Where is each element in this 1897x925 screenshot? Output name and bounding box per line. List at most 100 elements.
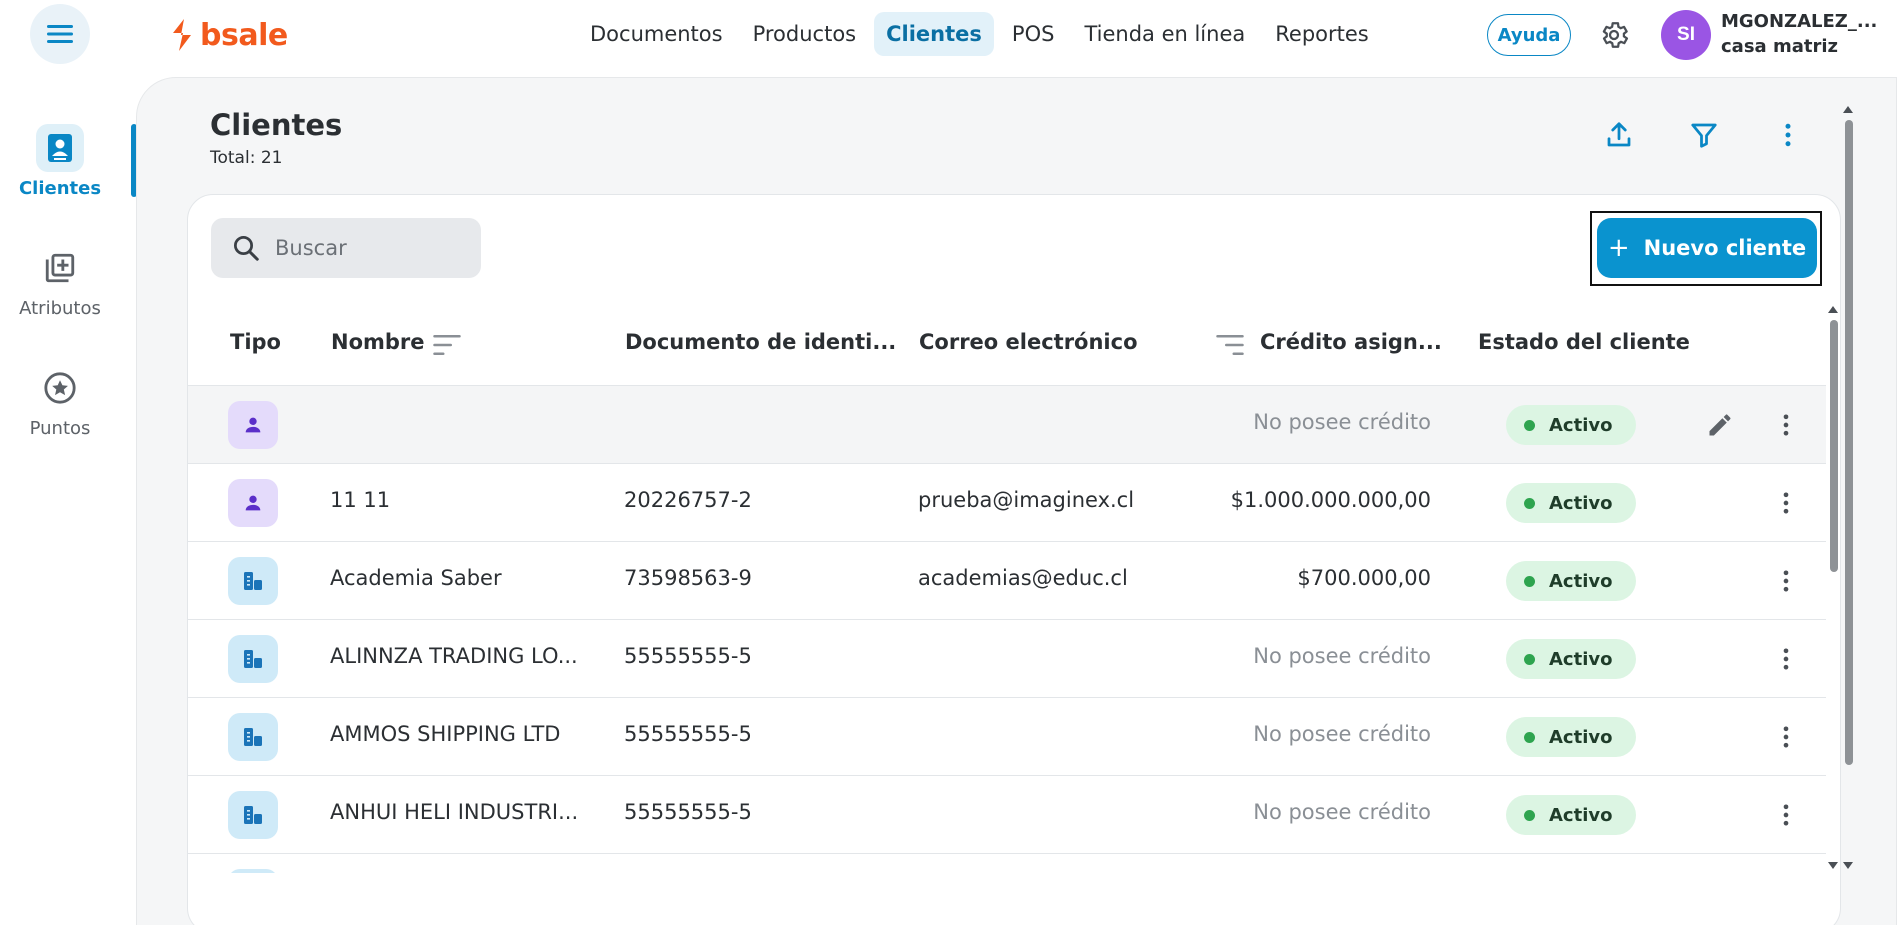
table-row[interactable]: No posee crédito Activo — [188, 385, 1826, 463]
nav-clientes[interactable]: Clientes — [874, 12, 994, 56]
page-more-button[interactable] — [1768, 115, 1808, 155]
edit-client-button[interactable] — [1703, 408, 1737, 442]
client-document: 55555555-5 — [624, 722, 752, 746]
client-name: Academia Saber — [330, 566, 502, 590]
client-name: 11 11 — [330, 488, 391, 512]
hamburger-icon — [47, 25, 73, 43]
star-circle-icon — [44, 372, 76, 404]
sidebar-item-clientes[interactable]: Clientes — [0, 124, 120, 199]
client-type-badge — [228, 557, 278, 605]
help-button[interactable]: Ayuda — [1487, 14, 1571, 56]
new-client-button[interactable]: + Nuevo cliente — [1597, 218, 1817, 278]
nav-productos[interactable]: Productos — [741, 12, 869, 56]
client-type-badge — [228, 479, 278, 527]
client-type-badge — [228, 713, 278, 761]
row-more-button[interactable] — [1769, 486, 1803, 520]
col-header-status: Estado del cliente — [1478, 330, 1690, 354]
table-row[interactable] — [188, 853, 1826, 873]
row-more-button[interactable] — [1769, 642, 1803, 676]
scroll-up-arrow[interactable] — [1843, 106, 1853, 113]
logo-text: bsale — [200, 17, 288, 53]
client-credit: $1.000.000.000,00 — [1230, 488, 1431, 512]
table-scrollbar[interactable] — [1830, 320, 1838, 572]
row-more-button[interactable] — [1769, 564, 1803, 598]
col-header-name[interactable]: Nombre — [331, 330, 425, 354]
person-icon — [245, 417, 261, 433]
table-scroll-up-arrow[interactable] — [1828, 306, 1838, 313]
library-add-icon — [45, 253, 75, 283]
scroll-down-arrow[interactable] — [1843, 862, 1853, 869]
new-client-label: Nuevo cliente — [1643, 236, 1807, 260]
sidebar-item-puntos[interactable]: Puntos — [0, 364, 120, 439]
search-box[interactable] — [211, 218, 481, 278]
client-document: 73598563-9 — [624, 566, 752, 590]
user-branch[interactable]: casa matriz — [1721, 36, 1838, 57]
status-dot — [1524, 575, 1535, 587]
search-input[interactable] — [275, 236, 455, 260]
more-vertical-icon — [1783, 492, 1789, 514]
sidebar-item-label: Atributos — [19, 298, 101, 319]
bsale-logo[interactable]: bsale — [170, 17, 288, 53]
status-dot — [1524, 653, 1535, 665]
status-badge: Activo — [1506, 639, 1636, 679]
client-credit: No posee crédito — [1253, 410, 1431, 434]
sidebar-item-label: Puntos — [29, 418, 91, 439]
client-type-badge — [228, 635, 278, 683]
table-row[interactable]: ANHUI HELI INDUSTRI... 55555555-5 No posee… — [188, 775, 1826, 853]
client-credit: $700.000,00 — [1297, 566, 1431, 590]
col-header-email: Correo electrónico — [919, 330, 1138, 354]
nav-reportes[interactable]: Reportes — [1263, 12, 1380, 56]
client-name: ALINNZA TRADING LO... — [330, 644, 578, 668]
col-header-credit: Crédito asign... — [1260, 330, 1442, 354]
table-scroll-down-arrow[interactable] — [1828, 862, 1838, 869]
table-row[interactable]: AMMOS SHIPPING LTD 55555555-5 No posee cré… — [188, 697, 1826, 775]
status-label: Activo — [1549, 726, 1613, 748]
sort-icon[interactable] — [1215, 332, 1245, 358]
status-badge: Activo — [1506, 561, 1636, 601]
client-name: ANHUI HELI INDUSTRI... — [330, 800, 579, 824]
user-name[interactable]: MGONZALEZ_... — [1721, 11, 1877, 32]
plus-icon: + — [1607, 233, 1630, 263]
nav-pos[interactable]: POS — [1000, 12, 1067, 56]
client-type-badge — [228, 401, 278, 449]
page-title: Clientes — [210, 108, 343, 142]
sidebar-icon-box — [36, 364, 84, 412]
record-count: Total: 21 — [210, 148, 283, 168]
client-credit: No posee crédito — [1253, 800, 1431, 824]
export-button[interactable] — [1599, 115, 1639, 155]
status-label: Activo — [1549, 492, 1613, 514]
sidebar-item-atributos[interactable]: Atributos — [0, 244, 120, 319]
search-icon — [234, 236, 259, 261]
row-more-button[interactable] — [1769, 798, 1803, 832]
more-vertical-icon — [1783, 726, 1789, 748]
status-label: Activo — [1549, 804, 1613, 826]
table-row[interactable]: ALINNZA TRADING LO... 55555555-5 No posee … — [188, 619, 1826, 697]
user-avatar[interactable]: SI — [1661, 10, 1711, 60]
pencil-icon — [1709, 414, 1731, 436]
client-name: AMMOS SHIPPING LTD — [330, 722, 561, 746]
page-scrollbar[interactable] — [1845, 120, 1853, 765]
row-more-button[interactable] — [1769, 720, 1803, 754]
status-dot — [1524, 497, 1535, 509]
settings-button[interactable] — [1593, 14, 1635, 56]
contact-card-icon — [48, 134, 72, 162]
nav-documentos[interactable]: Documentos — [578, 12, 735, 56]
col-header-document: Documento de identi... — [625, 330, 897, 354]
status-dot — [1524, 809, 1535, 821]
status-badge: Activo — [1506, 795, 1636, 835]
menu-button[interactable] — [30, 4, 90, 64]
table-row[interactable]: Academia Saber 73598563-9 academias@educ.c… — [188, 541, 1826, 619]
client-type-badge — [228, 791, 278, 839]
nav-tienda-en-linea[interactable]: Tienda en línea — [1072, 12, 1257, 56]
status-badge: Activo — [1506, 405, 1636, 445]
filter-button[interactable] — [1684, 115, 1724, 155]
bsale-logo-icon — [173, 19, 191, 51]
left-sidebar: Clientes Atributos Puntos — [0, 70, 136, 925]
client-document: 20226757-2 — [624, 488, 752, 512]
status-label: Activo — [1549, 570, 1613, 592]
row-more-button[interactable] — [1769, 408, 1803, 442]
gear-icon — [1602, 22, 1629, 48]
table-row[interactable]: 11 11 20226757-2 prueba@imaginex.cl $1.000.… — [188, 463, 1826, 541]
sort-icon[interactable] — [432, 332, 462, 358]
status-badge: Activo — [1506, 717, 1636, 757]
